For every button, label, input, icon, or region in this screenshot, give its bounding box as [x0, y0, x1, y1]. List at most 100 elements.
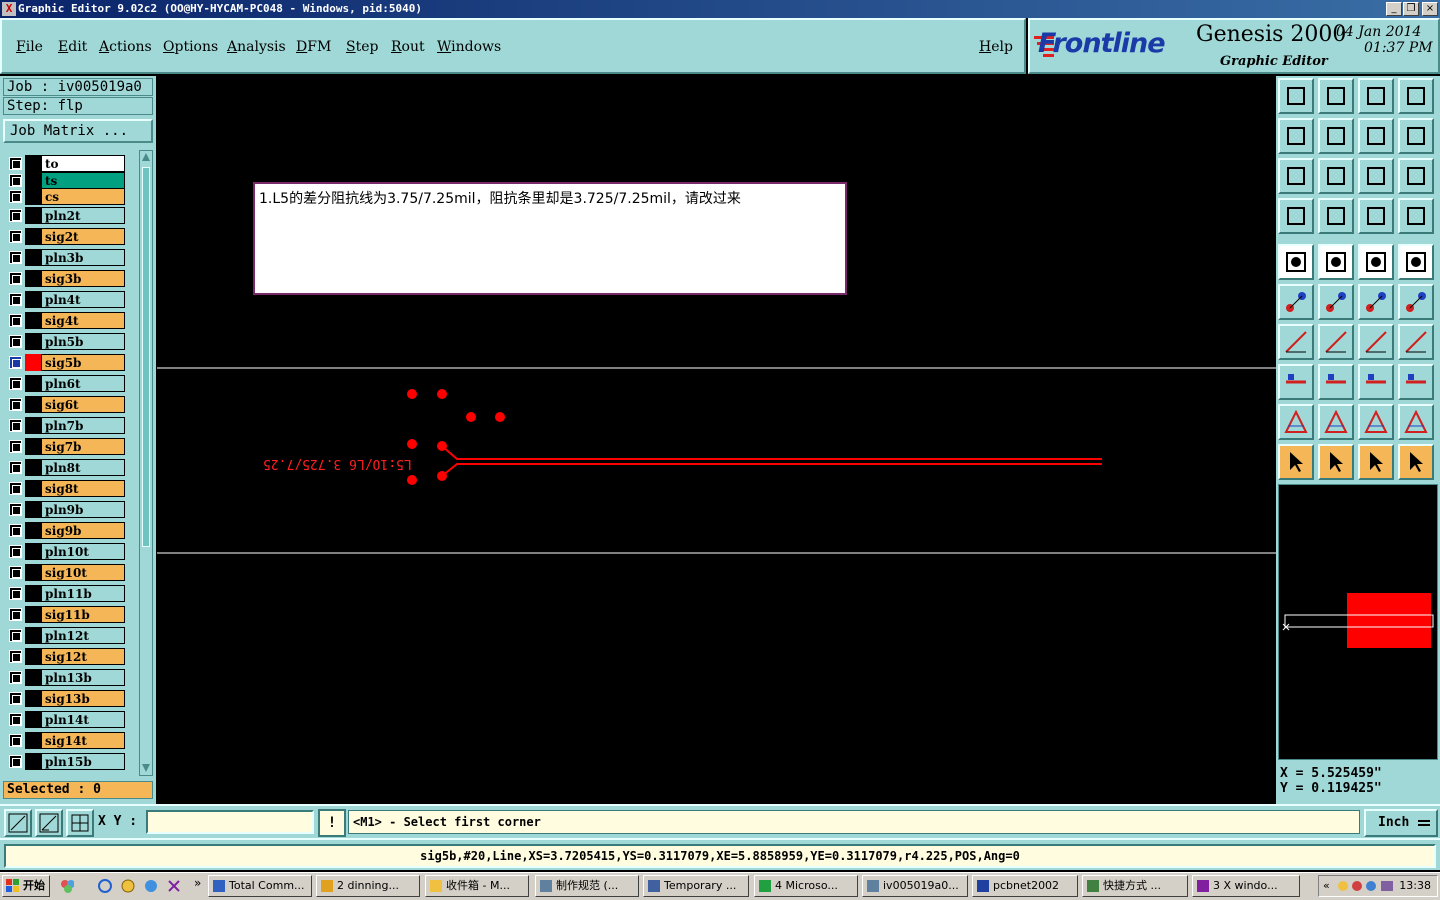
layer-name[interactable]: sig9b [41, 522, 125, 539]
layer-color-swatch[interactable] [25, 585, 41, 602]
taskbar-task[interactable]: 收件箱 - M... [425, 875, 529, 897]
layer-row-sig6t[interactable]: sig6t [7, 396, 125, 413]
layer-name[interactable]: ts [41, 172, 125, 189]
layer-row-pln6t[interactable]: pln6t [7, 375, 125, 392]
layer-name[interactable]: sig2t [41, 228, 125, 245]
fit-zoom-icon[interactable] [1278, 158, 1314, 194]
layer-row-sig5b[interactable]: sig5b [7, 354, 125, 371]
overview-map[interactable] [1278, 484, 1438, 760]
job-matrix-button[interactable]: Job Matrix ... [3, 119, 153, 143]
layer-color-swatch[interactable] [25, 417, 41, 434]
window-icon[interactable] [1398, 78, 1434, 114]
triangle-icon[interactable] [1278, 404, 1314, 440]
layer-checkbox[interactable] [9, 650, 22, 663]
layer-checkbox[interactable] [9, 608, 22, 621]
layer-color-swatch[interactable] [25, 543, 41, 560]
zoom-area-icon[interactable] [4, 809, 32, 837]
layer-checkbox[interactable] [9, 419, 22, 432]
layer-row-sig14t[interactable]: sig14t [7, 732, 125, 749]
grid-snap-icon[interactable] [66, 809, 94, 837]
move-right-icon[interactable] [1318, 118, 1354, 154]
layer-row-pln11b[interactable]: pln11b [7, 585, 125, 602]
pad-icon[interactable] [1278, 244, 1314, 280]
scroll-up-icon[interactable] [141, 152, 151, 162]
menu-actions[interactable]: Actions [99, 39, 152, 55]
layer-list-scrollbar[interactable] [139, 150, 153, 776]
layer-color-swatch[interactable] [25, 312, 41, 329]
menu-file[interactable]: File [16, 39, 43, 55]
layer-color-swatch[interactable] [25, 354, 41, 371]
internet-explorer-icon[interactable] [98, 879, 112, 893]
layer-row-sig12t[interactable]: sig12t [7, 648, 125, 665]
layer-color-swatch[interactable] [25, 753, 41, 770]
layer-checkbox[interactable] [9, 335, 22, 348]
layer-checkbox[interactable] [9, 629, 22, 642]
redo-icon[interactable] [1398, 118, 1434, 154]
layer-checkbox[interactable] [9, 671, 22, 684]
mirror-icon[interactable] [1398, 324, 1434, 360]
taskbar-task[interactable]: 3 X windo... [1192, 875, 1300, 897]
a-mark-icon[interactable] [1358, 404, 1394, 440]
select-box-icon[interactable] [1318, 444, 1354, 480]
layer-name[interactable]: pln9b [41, 501, 125, 518]
layer-name[interactable]: pln7b [41, 417, 125, 434]
save-icon[interactable] [1318, 78, 1354, 114]
taskbar-task[interactable]: 4 Microso... [754, 875, 858, 897]
layer-row-ts[interactable]: ts [7, 172, 125, 189]
taskbar-task[interactable]: 快捷方式 ... [1082, 875, 1188, 897]
x-window-icon[interactable] [167, 879, 181, 893]
layer-color-swatch[interactable] [25, 438, 41, 455]
layer-row-sig9b[interactable]: sig9b [7, 522, 125, 539]
layer-row-pln15b[interactable]: pln15b [7, 753, 125, 770]
layer-checkbox[interactable] [9, 230, 22, 243]
layer-checkbox[interactable] [9, 293, 22, 306]
layer-row-pln14t[interactable]: pln14t [7, 711, 125, 728]
clock[interactable]: 13:38 [1399, 879, 1431, 892]
layer-name[interactable]: cs [41, 188, 125, 205]
layer-checkbox[interactable] [9, 272, 22, 285]
layer-checkbox[interactable] [9, 314, 22, 327]
settings-icon[interactable] [1278, 198, 1314, 234]
copy-icon[interactable] [1398, 364, 1434, 400]
line-icon[interactable] [1318, 324, 1354, 360]
layer-checkbox[interactable] [9, 377, 22, 390]
layer-checkbox[interactable] [9, 755, 22, 768]
arc-icon[interactable] [1358, 324, 1394, 360]
menu-options[interactable]: Options [163, 39, 218, 55]
layer-color-swatch[interactable] [25, 627, 41, 644]
menu-windows[interactable]: Windows [437, 39, 501, 55]
menu-step[interactable]: Step [346, 39, 378, 55]
scroll-thumb[interactable] [142, 167, 150, 547]
rectangle-icon[interactable] [1318, 244, 1354, 280]
layer-color-swatch[interactable] [25, 501, 41, 518]
layer-color-swatch[interactable] [25, 711, 41, 728]
layer-name[interactable]: pln11b [41, 585, 125, 602]
snap-icon[interactable] [1278, 364, 1314, 400]
layer-name[interactable]: pln4t [41, 291, 125, 308]
layer-row-sig7b[interactable]: sig7b [7, 438, 125, 455]
layer-name[interactable]: pln3b [41, 249, 125, 266]
layer-row-pln12t[interactable]: pln12t [7, 627, 125, 644]
select-arrow-icon[interactable] [1278, 444, 1314, 480]
measure-icon[interactable] [35, 809, 63, 837]
point-icon[interactable] [1398, 284, 1434, 320]
layer-checkbox[interactable] [9, 482, 22, 495]
layer-checkbox[interactable] [9, 545, 22, 558]
alert-button[interactable]: ! [318, 809, 346, 837]
layer-row-pln8t[interactable]: pln8t [7, 459, 125, 476]
layer-color-swatch[interactable] [25, 172, 41, 189]
layer-color-swatch[interactable] [25, 669, 41, 686]
layer-name[interactable]: pln14t [41, 711, 125, 728]
layer-name[interactable]: sig3b [41, 270, 125, 287]
layer-name[interactable]: sig5b [41, 354, 125, 371]
layer-name[interactable]: sig4t [41, 312, 125, 329]
layer-row-pln4t[interactable]: pln4t [7, 291, 125, 308]
browser-icon[interactable] [144, 879, 158, 893]
layer-color-swatch[interactable] [25, 333, 41, 350]
layer-checkbox[interactable] [9, 692, 22, 705]
a-outline-icon[interactable] [1398, 404, 1434, 440]
layer-name[interactable]: pln15b [41, 753, 125, 770]
layer-row-sig4t[interactable]: sig4t [7, 312, 125, 329]
layer-name[interactable]: sig14t [41, 732, 125, 749]
layer-checkbox[interactable] [9, 190, 22, 203]
